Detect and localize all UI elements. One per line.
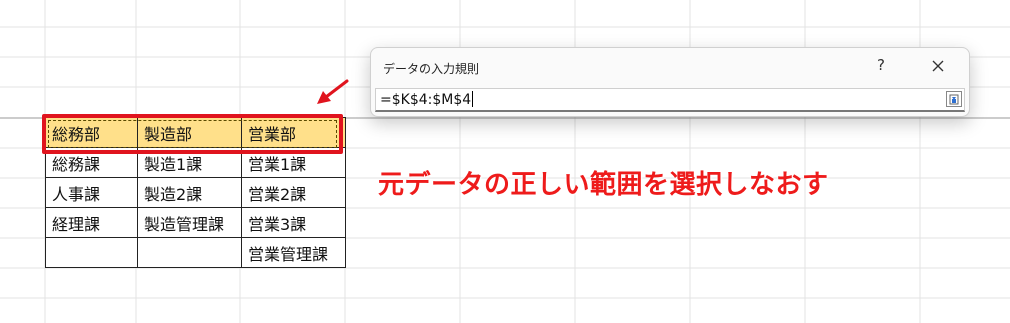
close-icon bbox=[932, 60, 944, 72]
selection-highlight-box bbox=[42, 114, 343, 154]
table-row: 人事課 製造2課 営業2課 bbox=[45, 177, 346, 208]
table-cell[interactable]: 営業管理課 bbox=[241, 237, 346, 268]
data-validation-dialog: データの入力規則 ? =$K$4:$M$4 bbox=[370, 47, 970, 117]
table-cell[interactable]: 営業3課 bbox=[241, 207, 346, 238]
table-cell[interactable]: 製造2課 bbox=[137, 177, 242, 208]
pointer-arrow-icon bbox=[317, 79, 349, 104]
table-cell[interactable]: 人事課 bbox=[45, 177, 138, 208]
table-row: 経理課 製造管理課 営業3課 bbox=[45, 207, 346, 238]
help-button[interactable]: ? bbox=[871, 56, 891, 74]
expand-dialog-button[interactable] bbox=[946, 91, 962, 107]
table-cell[interactable]: 営業2課 bbox=[241, 177, 346, 208]
source-range-value: =$K$4:$M$4 bbox=[380, 92, 472, 108]
range-select-icon bbox=[949, 94, 959, 105]
text-caret bbox=[472, 91, 474, 107]
table-cell[interactable] bbox=[45, 237, 138, 268]
table-cell[interactable]: 経理課 bbox=[45, 207, 138, 238]
source-range-input[interactable]: =$K$4:$M$4 bbox=[375, 88, 965, 112]
table-cell[interactable] bbox=[137, 237, 242, 268]
close-button[interactable] bbox=[923, 53, 953, 79]
dialog-title: データの入力規則 bbox=[383, 62, 480, 76]
instruction-annotation: 元データの正しい範囲を選択しなおす bbox=[378, 170, 829, 200]
table-row: 営業管理課 bbox=[45, 237, 346, 268]
table-cell[interactable]: 製造管理課 bbox=[137, 207, 242, 238]
